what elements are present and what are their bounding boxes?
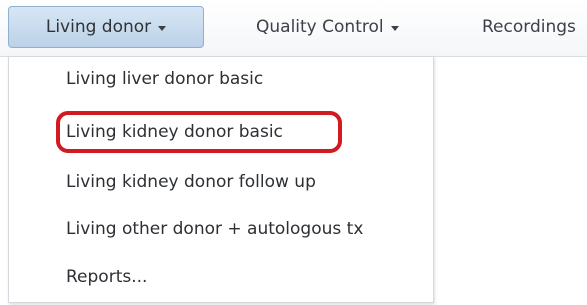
nav-quality-control[interactable]: Quality Control <box>256 6 399 48</box>
menu-item-label: Living other donor + autologous tx <box>66 219 364 239</box>
chevron-down-icon <box>390 26 399 31</box>
menu-item-living-kidney-donor-follow-up[interactable]: Living kidney donor follow up <box>66 167 316 197</box>
menu-item-label: Living liver donor basic <box>66 69 264 89</box>
menu-item-label: Living kidney donor follow up <box>66 172 316 192</box>
menu-item-living-kidney-donor-basic[interactable]: Living kidney donor basic <box>66 117 283 147</box>
top-navbar: Living donor Quality Control Recordings <box>0 0 587 57</box>
chevron-down-icon <box>158 26 167 31</box>
menu-item-living-liver-donor-basic[interactable]: Living liver donor basic <box>66 64 263 94</box>
page: Living donor Quality Control Recordings … <box>0 0 587 305</box>
menu-item-label: Reports... <box>66 267 148 287</box>
menu-item-label: Living kidney donor basic <box>66 122 283 142</box>
nav-recordings-label: Recordings <box>482 17 576 37</box>
menu-item-reports[interactable]: Reports... <box>66 262 147 292</box>
nav-quality-control-label: Quality Control <box>256 17 384 37</box>
nav-living-donor-label: Living donor <box>45 17 152 37</box>
dropdown-gutter <box>9 57 65 302</box>
nav-recordings[interactable]: Recordings <box>482 6 576 48</box>
menu-item-living-other-donor-autologous-tx[interactable]: Living other donor + autologous tx <box>66 214 363 244</box>
nav-living-donor[interactable]: Living donor <box>8 6 204 48</box>
